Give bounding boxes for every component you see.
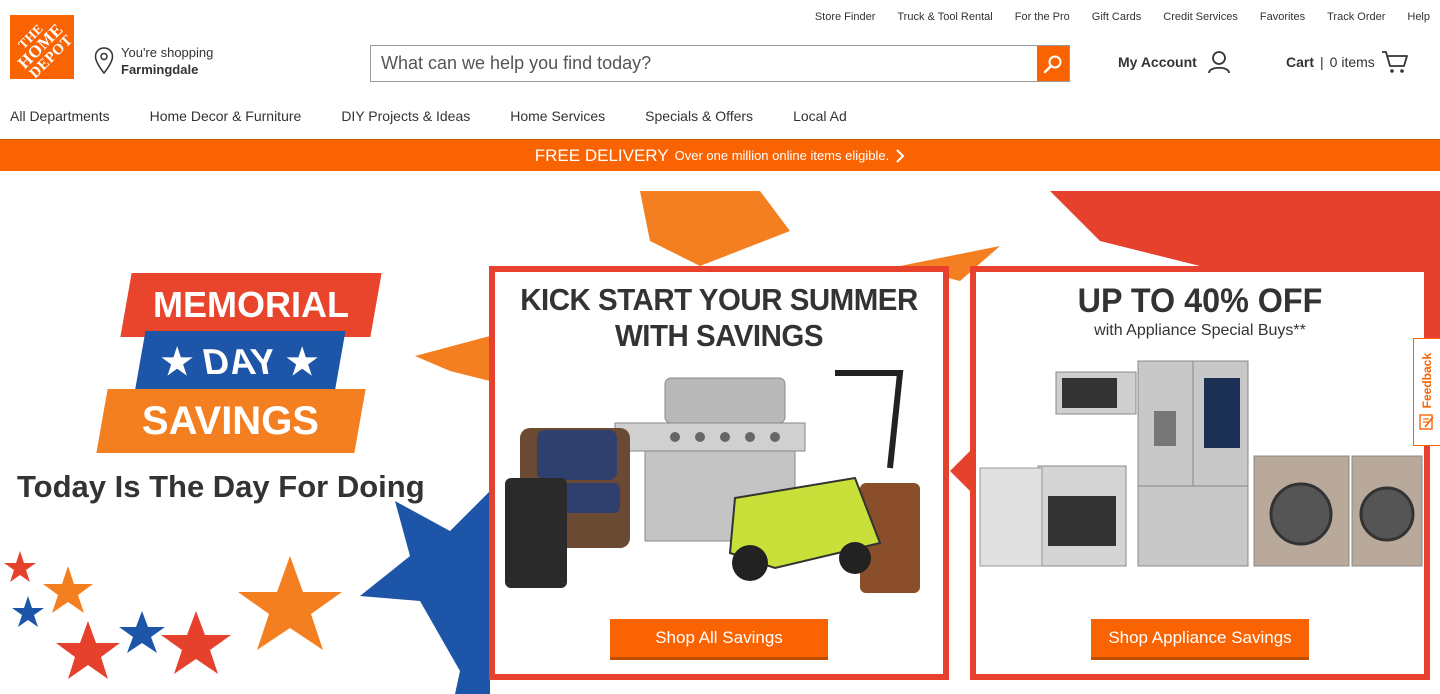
cart-label: Cart — [1286, 54, 1315, 70]
util-link-truck-tool-rental[interactable]: Truck & Tool Rental — [897, 10, 992, 24]
cart-link[interactable]: Cart | 0 items — [1286, 50, 1409, 74]
hero-tagline: Today Is The Day For Doing — [17, 469, 425, 504]
store-text: You're shopping Farmingdale — [121, 44, 213, 78]
util-link-track-order[interactable]: Track Order — [1327, 10, 1385, 24]
search-bar — [370, 45, 1070, 82]
appliance-savings-subtitle: with Appliance Special Buys** — [1094, 322, 1306, 339]
util-link-favorites[interactable]: Favorites — [1260, 10, 1305, 24]
chevron-right-icon — [896, 148, 905, 163]
nav-specials-offers[interactable]: Specials & Offers — [645, 108, 753, 124]
nav-home-services[interactable]: Home Services — [510, 108, 605, 124]
hero-section: MEMORIAL ★ DAY ★ SAVINGS Today Is The Da… — [0, 171, 1440, 694]
appliance-savings-title: UP TO 40% OFF — [1077, 282, 1323, 320]
summer-savings-card[interactable]: KICK START YOUR SUMMER WITH SAVINGS Shop… — [489, 266, 949, 680]
feedback-label: Feedback — [1420, 353, 1434, 409]
summer-savings-title: KICK START YOUR SUMMER WITH SAVINGS — [520, 282, 918, 353]
shop-all-savings-button[interactable]: Shop All Savings — [610, 619, 828, 660]
appliances-image — [979, 360, 1423, 567]
search-input[interactable] — [371, 46, 1037, 81]
nav-local-ad[interactable]: Local Ad — [793, 108, 847, 124]
nav-home-decor-furniture[interactable]: Home Decor & Furniture — [150, 108, 302, 124]
util-link-gift-cards[interactable]: Gift Cards — [1092, 10, 1142, 24]
banner-line-day: ★ DAY ★ — [134, 331, 346, 393]
promo-main-text: FREE DELIVERY — [534, 145, 669, 165]
search-button[interactable] — [1037, 46, 1069, 81]
util-link-help[interactable]: Help — [1407, 10, 1430, 24]
util-link-credit-services[interactable]: Credit Services — [1163, 10, 1238, 24]
location-pin-icon — [94, 47, 114, 75]
appliance-savings-card[interactable]: UP TO 40% OFF with Appliance Special Buy… — [970, 266, 1430, 680]
cart-count: 0 items — [1329, 54, 1375, 70]
main-nav: All Departments Home Decor & Furniture D… — [10, 108, 887, 124]
promo-sub-text: Over one million online items eligible. — [674, 148, 890, 163]
store-selector[interactable]: You're shopping Farmingdale — [94, 44, 213, 78]
banner-line-memorial: MEMORIAL — [120, 273, 382, 337]
user-icon — [1207, 51, 1230, 74]
nav-all-departments[interactable]: All Departments — [10, 108, 110, 124]
cart-icon — [1381, 51, 1408, 73]
shop-appliance-savings-button[interactable]: Shop Appliance Savings — [1091, 619, 1309, 660]
account-label: My Account — [1118, 54, 1197, 70]
free-delivery-banner[interactable]: FREE DELIVERY Over one million online it… — [0, 139, 1440, 171]
my-account-link[interactable]: My Account — [1118, 50, 1231, 74]
logo-text: THE HOME DEPOT — [14, 19, 74, 79]
store-name: Farmingdale — [121, 62, 199, 77]
store-prefix: You're shopping — [121, 45, 214, 60]
search-icon — [1043, 55, 1062, 73]
feedback-tab[interactable]: Feedback — [1413, 338, 1440, 446]
outdoor-products-image — [505, 370, 920, 593]
banner-line-savings: SAVINGS — [96, 389, 366, 453]
cart-divider: | — [1320, 54, 1324, 70]
nav-diy-projects-ideas[interactable]: DIY Projects & Ideas — [341, 108, 470, 124]
home-depot-logo[interactable]: THE HOME DEPOT — [10, 15, 74, 79]
utility-nav: Store Finder Truck & Tool Rental For the… — [793, 10, 1430, 24]
util-link-for-the-pro[interactable]: For the Pro — [1015, 10, 1070, 24]
util-link-store-finder[interactable]: Store Finder — [815, 10, 876, 24]
feedback-icon — [1419, 413, 1434, 430]
